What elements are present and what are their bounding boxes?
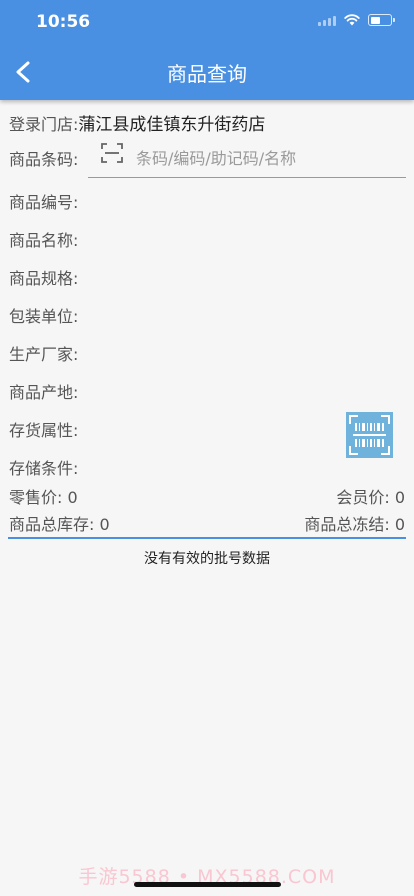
member-price-label: 会员价: (336, 488, 390, 507)
signal-icon (318, 15, 336, 26)
total-frozen-value: 0 (394, 515, 405, 534)
field-storage-label: 存储条件: (9, 459, 79, 478)
total-stock-row: 商品总库存: 0 (9, 511, 110, 535)
home-indicator[interactable] (134, 882, 281, 887)
field-code-label: 商品编号: (9, 193, 79, 212)
header-bar: 10:56 商品查询 (0, 0, 414, 100)
section-divider (8, 537, 406, 539)
total-frozen-label: 商品总冻结: (304, 515, 390, 534)
store-row: 登录门店:蒲江县成佳镇东升街药店 (9, 110, 265, 135)
store-value: 蒲江县成佳镇东升街药店 (78, 115, 266, 135)
store-label: 登录门店: (9, 115, 79, 134)
search-label: 商品条码: (9, 150, 79, 169)
empty-batch-message: 没有有效的批号数据 (144, 551, 270, 567)
retail-price-row: 零售价: 0 (9, 484, 78, 508)
total-frozen-row: 商品总冻结: 0 (304, 511, 405, 535)
field-spec-label: 商品规格: (9, 269, 79, 288)
page-title: 商品查询 (167, 62, 247, 86)
field-attr-label: 存货属性: (9, 421, 79, 440)
total-stock-value: 0 (99, 515, 110, 534)
status-time: 10:56 (36, 12, 91, 32)
retail-price-value: 0 (67, 488, 78, 507)
wifi-icon (344, 14, 360, 26)
barcode-scan-button[interactable] (346, 412, 393, 458)
member-price-value: 0 (394, 488, 405, 507)
field-origin-label: 商品产地: (9, 383, 79, 402)
battery-icon (368, 14, 395, 26)
member-price-row: 会员价: 0 (336, 484, 405, 508)
barcode-scan-icon (346, 412, 393, 458)
field-name-label: 商品名称: (9, 231, 79, 250)
total-stock-label: 商品总库存: (9, 515, 95, 534)
search-input[interactable] (88, 140, 406, 178)
scan-frame-icon[interactable] (100, 141, 124, 165)
status-icons (318, 14, 395, 26)
retail-price-label: 零售价: (9, 488, 63, 507)
field-unit-label: 包装单位: (9, 307, 79, 326)
field-maker-label: 生产厂家: (9, 345, 79, 364)
